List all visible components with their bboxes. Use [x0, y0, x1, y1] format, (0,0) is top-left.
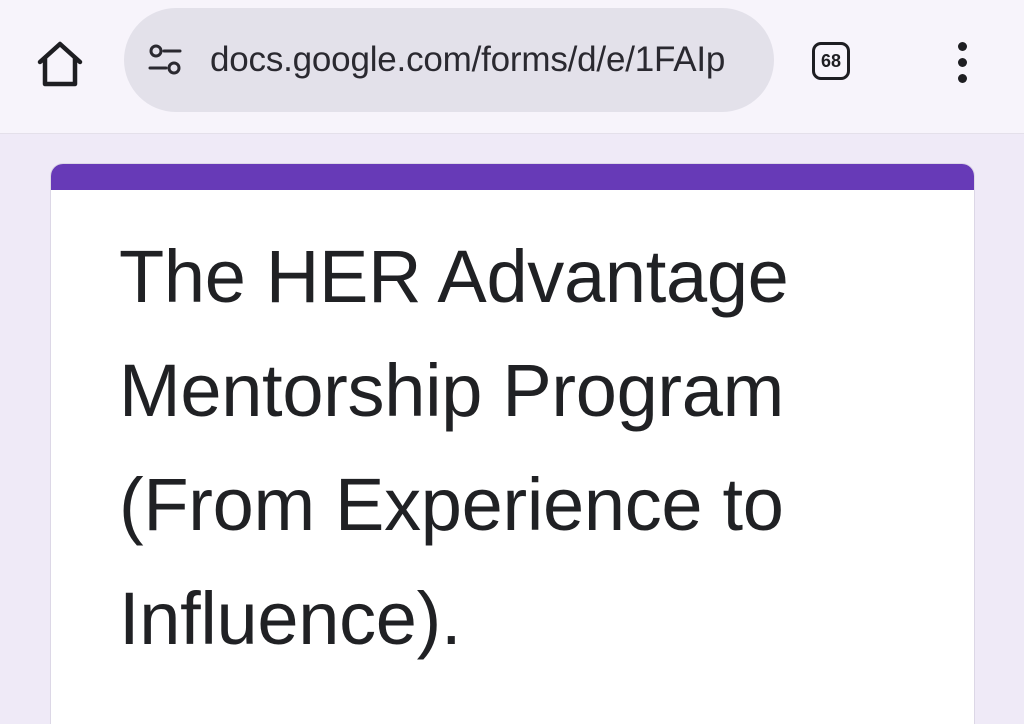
form-title: The HER Advantage Mentorship Program (Fr… [119, 235, 789, 660]
browser-toolbar: docs.google.com/forms/d/e/1FAIp 68 [0, 0, 1024, 134]
form-accent-bar [51, 164, 974, 190]
url-text: docs.google.com/forms/d/e/1FAIp [210, 40, 726, 79]
tab-switcher-button[interactable]: 68 [812, 42, 850, 80]
home-icon [37, 41, 83, 87]
tune-icon[interactable] [146, 42, 186, 78]
home-button[interactable] [30, 34, 90, 94]
form-header-card: The HER Advantage Mentorship Program (Fr… [51, 164, 974, 724]
address-bar[interactable]: docs.google.com/forms/d/e/1FAIp [124, 8, 774, 112]
more-vert-icon[interactable] [942, 34, 982, 90]
